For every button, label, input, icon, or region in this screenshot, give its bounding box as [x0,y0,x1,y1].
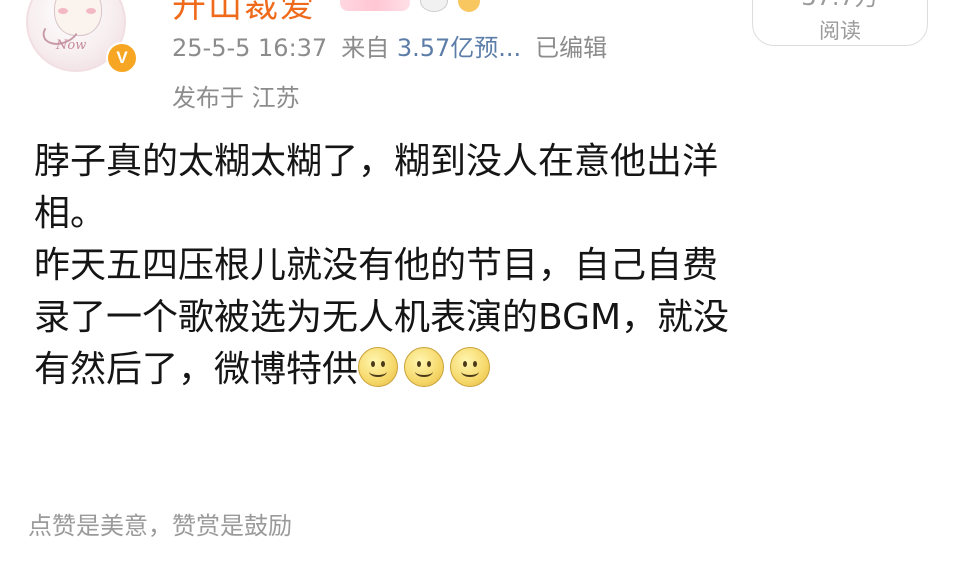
smile-emoji-icon [358,347,399,387]
reward-note: 点赞是美意，赞赏是鼓励 [28,512,292,540]
post-meta: 25-5-5 16:37 来自 3.57亿预... 已编辑 [172,28,607,63]
post-line-2: 相。 [34,193,107,234]
post-line-3: 昨天五四压根儿就没有他的节目，自己自费 [34,245,719,286]
avatar-blush-right [86,8,96,14]
cake-badge-icon [340,0,410,11]
read-count-box: 37.7万 阅读 [752,0,928,46]
post-line-5: 有然后了，微博特供 [34,349,359,390]
post-line-4: 录了一个歌被选为无人机表演的BGM，就没 [34,297,730,338]
post-location: 发布于 江苏 [172,84,300,112]
avatar-blush-left [58,8,68,14]
username[interactable]: 开山裁爱 [172,0,316,27]
post-date: 25-5-5 16:37 [172,34,328,62]
smile-emoji-icon [450,347,491,387]
dog-badge-icon [420,0,448,12]
source-link[interactable]: 3.57亿预... [397,34,521,62]
user-badges [340,0,480,12]
avatar-wrap[interactable]: Now V [26,0,140,80]
post-line-1: 脖子真的太糊太糊了，糊到没人在意他出洋 [34,141,719,182]
read-label: 阅读 [819,19,861,43]
smile-emoji-icon [404,347,445,387]
post-body: 脖子真的太糊太糊了，糊到没人在意他出洋 相。 昨天五四压根儿就没有他的节目，自己… [34,136,934,396]
sun-badge-icon [458,0,480,12]
read-count: 37.7万 [753,0,927,12]
edited-label[interactable]: 已编辑 [535,34,607,62]
source-prefix: 来自 [341,34,390,62]
avatar-now-text: Now [56,38,87,53]
verified-badge-icon: V [106,42,138,74]
